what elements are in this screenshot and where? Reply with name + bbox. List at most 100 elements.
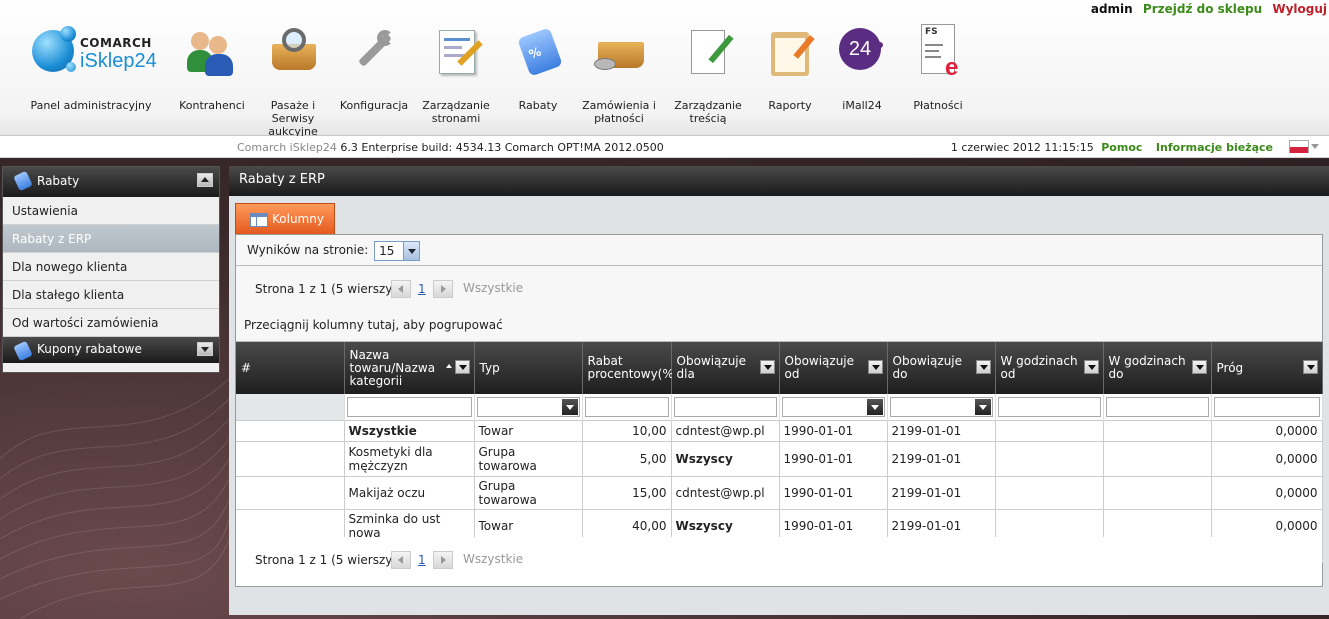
page-title: Rabaty z ERP: [229, 166, 1329, 196]
filter-cell: [671, 394, 780, 420]
next-page-icon[interactable]: [433, 280, 453, 298]
col-header-hours-to[interactable]: W godzinach do: [1103, 342, 1212, 394]
col-header-index[interactable]: #: [236, 342, 345, 394]
nav-configuration[interactable]: Konfiguracja: [332, 22, 416, 112]
nav-label: Zarządzanie stronami: [422, 99, 490, 125]
cell-valid-to: 2199-01-01: [887, 419, 996, 441]
header-label: Próg: [1216, 360, 1244, 375]
cell-threshold: 0,0000: [1211, 440, 1323, 476]
filter-hours-to-input[interactable]: [1105, 396, 1209, 417]
cell-hours-to: [1103, 440, 1212, 476]
cell-valid-from: 1990-01-01: [779, 475, 888, 509]
filter-menu-icon[interactable]: [1191, 360, 1207, 374]
filter-applies-input[interactable]: [673, 396, 777, 417]
sidebar-item-new-customer[interactable]: Dla nowego klienta: [3, 253, 219, 281]
col-header-type[interactable]: Typ: [474, 342, 583, 394]
page-link[interactable]: 1: [418, 282, 426, 296]
filter-hours-from-input[interactable]: [997, 396, 1101, 417]
header-label: W godzinach do: [1108, 354, 1186, 381]
header-label: #: [241, 360, 252, 375]
filter-menu-icon[interactable]: [1302, 360, 1318, 374]
nav-imall24[interactable]: 24 iMall24: [820, 22, 904, 112]
table-row[interactable]: Makijaż oczu Grupa towarowa 15,00 cdntest@w…: [236, 475, 1323, 509]
help-link[interactable]: Pomoc: [1101, 141, 1142, 154]
col-header-valid-to[interactable]: Obowiązuje do: [887, 342, 996, 394]
admin-panel-caption[interactable]: Panel administracyjny: [18, 99, 164, 112]
page-size-select[interactable]: 15: [374, 240, 421, 261]
cell-index: [236, 440, 345, 476]
filter-cell: [1211, 394, 1323, 420]
show-all-link[interactable]: Wszystkie: [463, 552, 523, 566]
filter-type-select[interactable]: [476, 396, 580, 417]
version-name: Comarch iSklep24: [237, 141, 337, 154]
nav-discounts[interactable]: % Rabaty: [496, 22, 580, 112]
logo-product: iSklep24: [80, 50, 157, 72]
comarch-logo[interactable]: COMARCH iSklep24: [32, 26, 162, 80]
show-all-link[interactable]: Wszystkie: [463, 281, 523, 295]
header-label: Obowiązuje do: [892, 354, 963, 381]
logo-brand: COMARCH: [80, 36, 152, 50]
polish-flag-icon[interactable]: [1289, 140, 1309, 153]
cell-hours-to: [1103, 475, 1212, 509]
go-to-shop-link[interactable]: Przejdź do sklepu: [1143, 2, 1262, 16]
filter-threshold-input[interactable]: [1213, 396, 1320, 417]
col-header-valid-from[interactable]: Obowiązuje od: [779, 342, 888, 394]
filter-from-date-select[interactable]: [781, 396, 885, 417]
table-row[interactable]: Kosmetyki dla mężczyzn Grupa towarowa 5,00…: [236, 440, 1323, 476]
filter-menu-icon[interactable]: [454, 360, 470, 374]
page-link[interactable]: 1: [418, 553, 426, 567]
cell-applies-to: cdntest@wp.pl: [671, 475, 780, 509]
sort-asc-icon: [445, 364, 452, 368]
nav-auctions[interactable]: Pasaże i Serwisy aukcyjne: [251, 22, 335, 138]
prev-page-icon[interactable]: [391, 551, 411, 569]
sidebar-section-title: Kupony rabatowe: [37, 342, 142, 356]
nav-pages[interactable]: Zarządzanie stronami: [414, 22, 498, 125]
sidebar-item-settings[interactable]: Ustawienia: [3, 197, 219, 225]
sidebar-section-coupons[interactable]: Kupony rabatowe: [3, 337, 219, 363]
filter-name-input[interactable]: [346, 396, 472, 417]
col-header-percent[interactable]: Rabat procentowy(%: [582, 342, 674, 394]
version-info: Comarch iSklep24 6.3 Enterprise build: 4…: [237, 141, 664, 154]
filter-to-date-select[interactable]: [889, 396, 993, 417]
page-size-value: 15: [379, 243, 395, 258]
prev-page-icon[interactable]: [391, 280, 411, 298]
discount-tag-icon: %: [511, 22, 565, 78]
col-header-applies-to[interactable]: Obowiązuje dla: [671, 342, 780, 394]
pager-bottom: Strona 1 z 1 (5 wierszy) 1 Wszystkie: [236, 537, 1322, 583]
table-row[interactable]: Wszystkie Towar 10,00 cdntest@wp.pl 1990-01-…: [236, 419, 1323, 441]
sidebar-item-erp-discounts[interactable]: Rabaty z ERP: [3, 225, 219, 253]
col-header-threshold[interactable]: Próg: [1211, 342, 1323, 394]
collapse-icon[interactable]: [197, 173, 213, 187]
cell-percent: 10,00: [582, 419, 672, 441]
cell-index: [236, 419, 345, 441]
filter-menu-icon[interactable]: [867, 360, 883, 374]
filter-menu-icon[interactable]: [1083, 360, 1099, 374]
filter-percent-input[interactable]: [584, 396, 669, 417]
columns-button[interactable]: Kolumny: [235, 203, 335, 234]
sidebar-item-regular-customer[interactable]: Dla stałego klienta: [3, 281, 219, 309]
expand-icon[interactable]: [197, 342, 213, 356]
filter-menu-icon[interactable]: [975, 360, 991, 374]
next-page-icon[interactable]: [433, 551, 453, 569]
col-header-hours-from[interactable]: W godzinach od: [995, 342, 1104, 394]
group-by-area[interactable]: Przeciągnij kolumny tutaj, aby pogrupowa…: [236, 312, 1322, 342]
cell-valid-to: 2199-01-01: [887, 475, 996, 509]
col-header-name[interactable]: Nazwa towaru/Nazwa kategorii: [344, 342, 475, 394]
chevron-down-icon: [974, 398, 991, 415]
nav-orders[interactable]: Zamówienia i płatności: [577, 22, 661, 125]
cell-threshold: 0,0000: [1211, 419, 1323, 441]
sidebar-item-order-value[interactable]: Od wartości zamówienia: [3, 309, 219, 337]
news-link[interactable]: Informacje bieżące: [1156, 141, 1273, 154]
sidebar-section-discounts[interactable]: Rabaty: [3, 167, 219, 197]
nav-payments[interactable]: FS e Płatności: [896, 22, 980, 112]
header-label: Nazwa towaru/Nazwa kategorii: [349, 347, 436, 388]
cell-valid-from: 1990-01-01: [779, 440, 888, 476]
logout-link[interactable]: Wyloguj: [1272, 2, 1327, 16]
clipboard-report-icon: [763, 22, 817, 78]
cell-type: Towar: [474, 419, 583, 441]
language-dropdown-icon[interactable]: [1311, 144, 1319, 149]
nav-content[interactable]: Zarządzanie treścią: [666, 22, 750, 125]
filter-menu-icon[interactable]: [759, 360, 775, 374]
filter-row: [236, 394, 1323, 420]
nav-customers[interactable]: Kontrahenci: [170, 22, 254, 112]
